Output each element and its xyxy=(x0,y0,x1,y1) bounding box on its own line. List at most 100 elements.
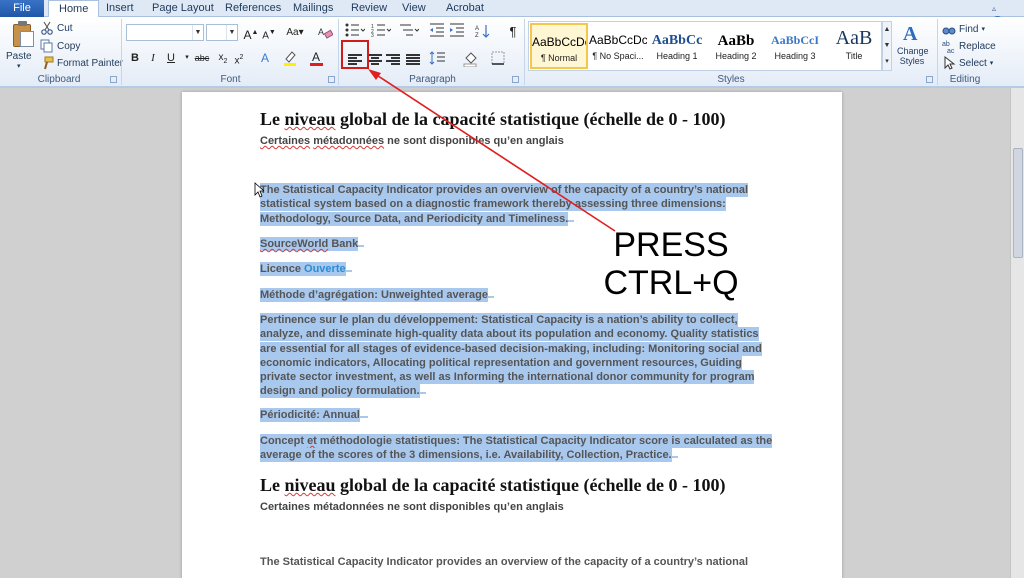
bold-button[interactable]: B xyxy=(126,49,144,67)
licence-link[interactable]: Ouverte xyxy=(304,263,346,275)
doc-source-line[interactable]: SourceWorld Bank xyxy=(260,237,365,251)
increase-indent-button[interactable] xyxy=(448,23,466,41)
highlight-color-button[interactable] xyxy=(282,49,300,67)
chevron-down-icon[interactable]: ▾ xyxy=(981,25,985,33)
shading-button[interactable] xyxy=(462,51,484,69)
scrollbar-thumb[interactable] xyxy=(1013,148,1023,258)
style-heading-3[interactable]: AaBbCcI Heading 3 xyxy=(766,23,824,69)
format-painter-button[interactable]: Format Painter xyxy=(40,55,123,71)
superscript-button[interactable]: x2 xyxy=(230,49,248,67)
shrink-font-button[interactable]: A▼ xyxy=(260,24,278,42)
find-button[interactable]: Find ▾ xyxy=(942,21,985,37)
tab-references[interactable]: References xyxy=(225,0,281,17)
ribbon-home: Paste ▾ Cut Copy Format Painter Clipboar… xyxy=(0,17,1024,87)
line-spacing-button[interactable] xyxy=(428,51,450,69)
bullets-button[interactable] xyxy=(344,23,366,41)
style-name: Heading 1 xyxy=(656,51,698,61)
doc-paragraph-overview-2[interactable]: The Statistical Capacity Indicator provi… xyxy=(260,555,748,569)
chevron-down-icon[interactable]: ▼ xyxy=(883,38,891,54)
doc-periodicite-line[interactable]: Périodicité: Annual xyxy=(260,408,368,422)
paragraph-group-label: Paragraph xyxy=(409,74,456,85)
doc-subtitle-1: Certaines métadonnées ne sont disponible… xyxy=(260,135,564,147)
tab-page-layout[interactable]: Page Layout xyxy=(152,0,214,17)
paste-dropdown-icon[interactable]: ▾ xyxy=(17,62,21,70)
numbering-button[interactable]: 123 xyxy=(370,23,392,41)
chevron-down-icon[interactable]: ▼ xyxy=(226,25,237,40)
styles-gallery: AaBbCcDc ¶ Normal AaBbCcDc ¶ No Spaci...… xyxy=(528,21,882,71)
multilevel-list-icon xyxy=(400,24,420,36)
paragraph-launcher-icon[interactable] xyxy=(512,76,519,83)
doc-paragraph-overview[interactable]: The Statistical Capacity Indicator provi… xyxy=(260,183,749,226)
bullets-icon xyxy=(345,23,366,37)
justify-icon xyxy=(406,54,420,65)
style-normal[interactable]: AaBbCcDc ¶ Normal xyxy=(530,23,588,69)
style-heading-2[interactable]: AaBb Heading 2 xyxy=(707,23,765,69)
grow-font-button[interactable]: A▲ xyxy=(242,24,260,42)
select-button[interactable]: Select ▾ xyxy=(942,55,993,71)
tab-review[interactable]: Review xyxy=(351,0,387,17)
doc-methode-line[interactable]: Méthode d’agrégation: Unweighted average xyxy=(260,288,494,302)
group-divider xyxy=(524,19,525,85)
font-group-label: Font xyxy=(220,74,241,85)
style-no-spacing[interactable]: AaBbCcDc ¶ No Spaci... xyxy=(589,23,647,69)
style-name: Heading 3 xyxy=(774,51,816,61)
align-center-icon xyxy=(368,54,382,65)
doc-heading-1: Le niveau global de la capacité statisti… xyxy=(260,109,726,129)
select-cursor-icon xyxy=(942,55,956,70)
sort-icon: AZ xyxy=(475,25,490,39)
text-effects-button[interactable]: A xyxy=(256,49,274,67)
styles-launcher-icon[interactable] xyxy=(926,76,933,83)
sort-button[interactable]: AZ xyxy=(474,23,492,41)
ribbon-tab-bar: File Home Insert Page Layout References … xyxy=(0,0,1024,27)
style-preview: AaB xyxy=(835,27,873,49)
style-title[interactable]: AaB Title xyxy=(825,23,883,69)
styles-gallery-scroll[interactable]: ▲ ▼ ▾ xyxy=(882,21,892,71)
doc-paragraph-concept[interactable]: Concept et méthodologie statistiques: Th… xyxy=(260,434,773,463)
numbering-icon: 123 xyxy=(371,24,392,39)
style-preview: AaBbCcDc xyxy=(532,35,586,49)
vertical-scrollbar[interactable] xyxy=(1010,88,1024,578)
show-paragraph-marks-button[interactable]: ¶ xyxy=(504,23,522,41)
justify-button[interactable] xyxy=(404,51,422,69)
tab-home[interactable]: Home xyxy=(48,0,100,18)
tab-view[interactable]: View xyxy=(402,0,426,17)
style-heading-1[interactable]: AaBbCc Heading 1 xyxy=(648,23,706,69)
font-launcher-icon[interactable] xyxy=(328,76,335,83)
borders-button[interactable] xyxy=(490,51,512,69)
copy-button[interactable]: Copy xyxy=(40,38,80,54)
annotation-press-text: PRESS CTRL+Q xyxy=(603,226,739,302)
doc-licence-line[interactable]: Licence Ouverte xyxy=(260,262,352,276)
font-size-combo[interactable]: ▼ xyxy=(206,24,238,41)
chevron-down-icon[interactable]: ▼ xyxy=(192,25,203,40)
cut-button[interactable]: Cut xyxy=(40,20,73,36)
change-case-button[interactable]: Aa▾ xyxy=(284,24,306,42)
align-right-button[interactable] xyxy=(384,51,402,69)
tab-insert[interactable]: Insert xyxy=(106,0,134,17)
tab-mailings[interactable]: Mailings xyxy=(293,0,333,17)
document-page[interactable]: Le niveau global de la capacité statisti… xyxy=(182,92,842,578)
styles-group-label: Styles xyxy=(717,74,745,85)
replace-button[interactable]: ab ac Replace xyxy=(942,38,996,56)
minimize-ribbon-icon[interactable]: ▵ xyxy=(992,4,1003,15)
decrease-indent-button[interactable] xyxy=(428,23,446,41)
svg-text:Z: Z xyxy=(475,33,479,39)
style-preview: AaBb xyxy=(717,33,755,49)
font-color-button[interactable]: A xyxy=(308,49,326,67)
gallery-more-icon[interactable]: ▾ xyxy=(883,54,891,70)
tab-file[interactable]: File xyxy=(0,0,44,17)
style-name: Title xyxy=(845,51,863,61)
group-divider xyxy=(121,19,122,85)
multilevel-list-button[interactable] xyxy=(398,23,420,41)
font-name-combo[interactable]: ▼ xyxy=(126,24,204,41)
tab-acrobat[interactable]: Acrobat xyxy=(446,0,484,17)
clipboard-launcher-icon[interactable] xyxy=(110,76,117,83)
change-styles-button[interactable]: A Change Styles xyxy=(894,21,930,73)
chevron-up-icon[interactable]: ▲ xyxy=(883,22,891,38)
strikethrough-button[interactable]: abc xyxy=(192,49,212,67)
paste-button[interactable]: Paste ▾ xyxy=(2,17,38,71)
doc-paragraph-pertinence[interactable]: Pertinence sur le plan du développement:… xyxy=(260,313,762,399)
italic-button[interactable]: I xyxy=(144,49,162,67)
clear-formatting-button[interactable]: A xyxy=(316,24,334,42)
chevron-down-icon[interactable]: ▾ xyxy=(990,59,994,67)
cut-label: Cut xyxy=(57,22,73,34)
